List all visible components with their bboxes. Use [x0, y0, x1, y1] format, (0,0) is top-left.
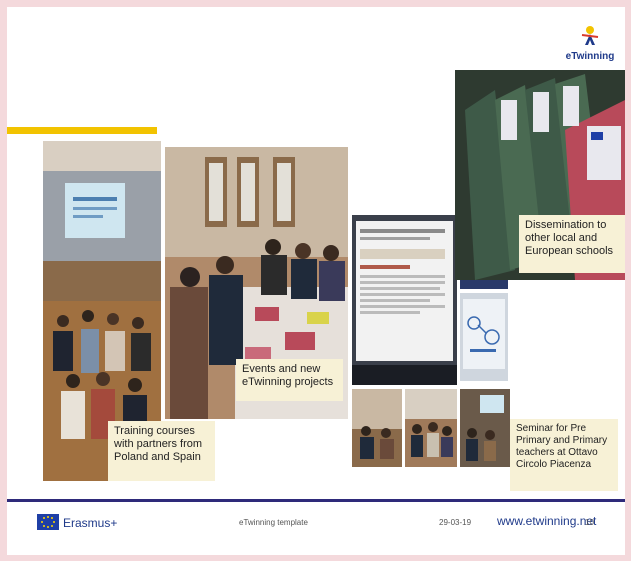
footer: Erasmus+ eTwinning template 29-03-19 www… — [7, 502, 625, 555]
photo-whiteboard — [460, 293, 508, 381]
slide: eTwinning Training courses with partners… — [7, 7, 625, 555]
template-label: eTwinning template — [239, 518, 308, 527]
caption-dissemination: Dissemination to other local and Europea… — [519, 215, 625, 273]
page-number: 10 — [585, 518, 594, 527]
caption-seminar: Seminar for Pre Primary and Primary teac… — [510, 419, 618, 491]
logo-text: eTwinning — [565, 51, 615, 62]
photo-seminar-2 — [405, 389, 457, 467]
etwinning-logo: eTwinning — [565, 25, 615, 70]
caption-training: Training courses with partners from Pola… — [108, 421, 215, 481]
photo-seminar-1 — [352, 389, 402, 467]
photo-seminar-3 — [460, 389, 510, 467]
photo-website-screen — [352, 215, 457, 385]
website-link[interactable]: www.etwinning.net — [497, 514, 596, 528]
eu-flag-icon — [37, 514, 59, 530]
caption-events: Events and new eTwinning projects — [236, 359, 343, 401]
date-label: 29-03-19 — [439, 518, 472, 527]
erasmus-label: Erasmus+ — [63, 516, 118, 530]
accent-bar — [7, 127, 157, 134]
etwinning-figure-icon — [581, 26, 599, 45]
